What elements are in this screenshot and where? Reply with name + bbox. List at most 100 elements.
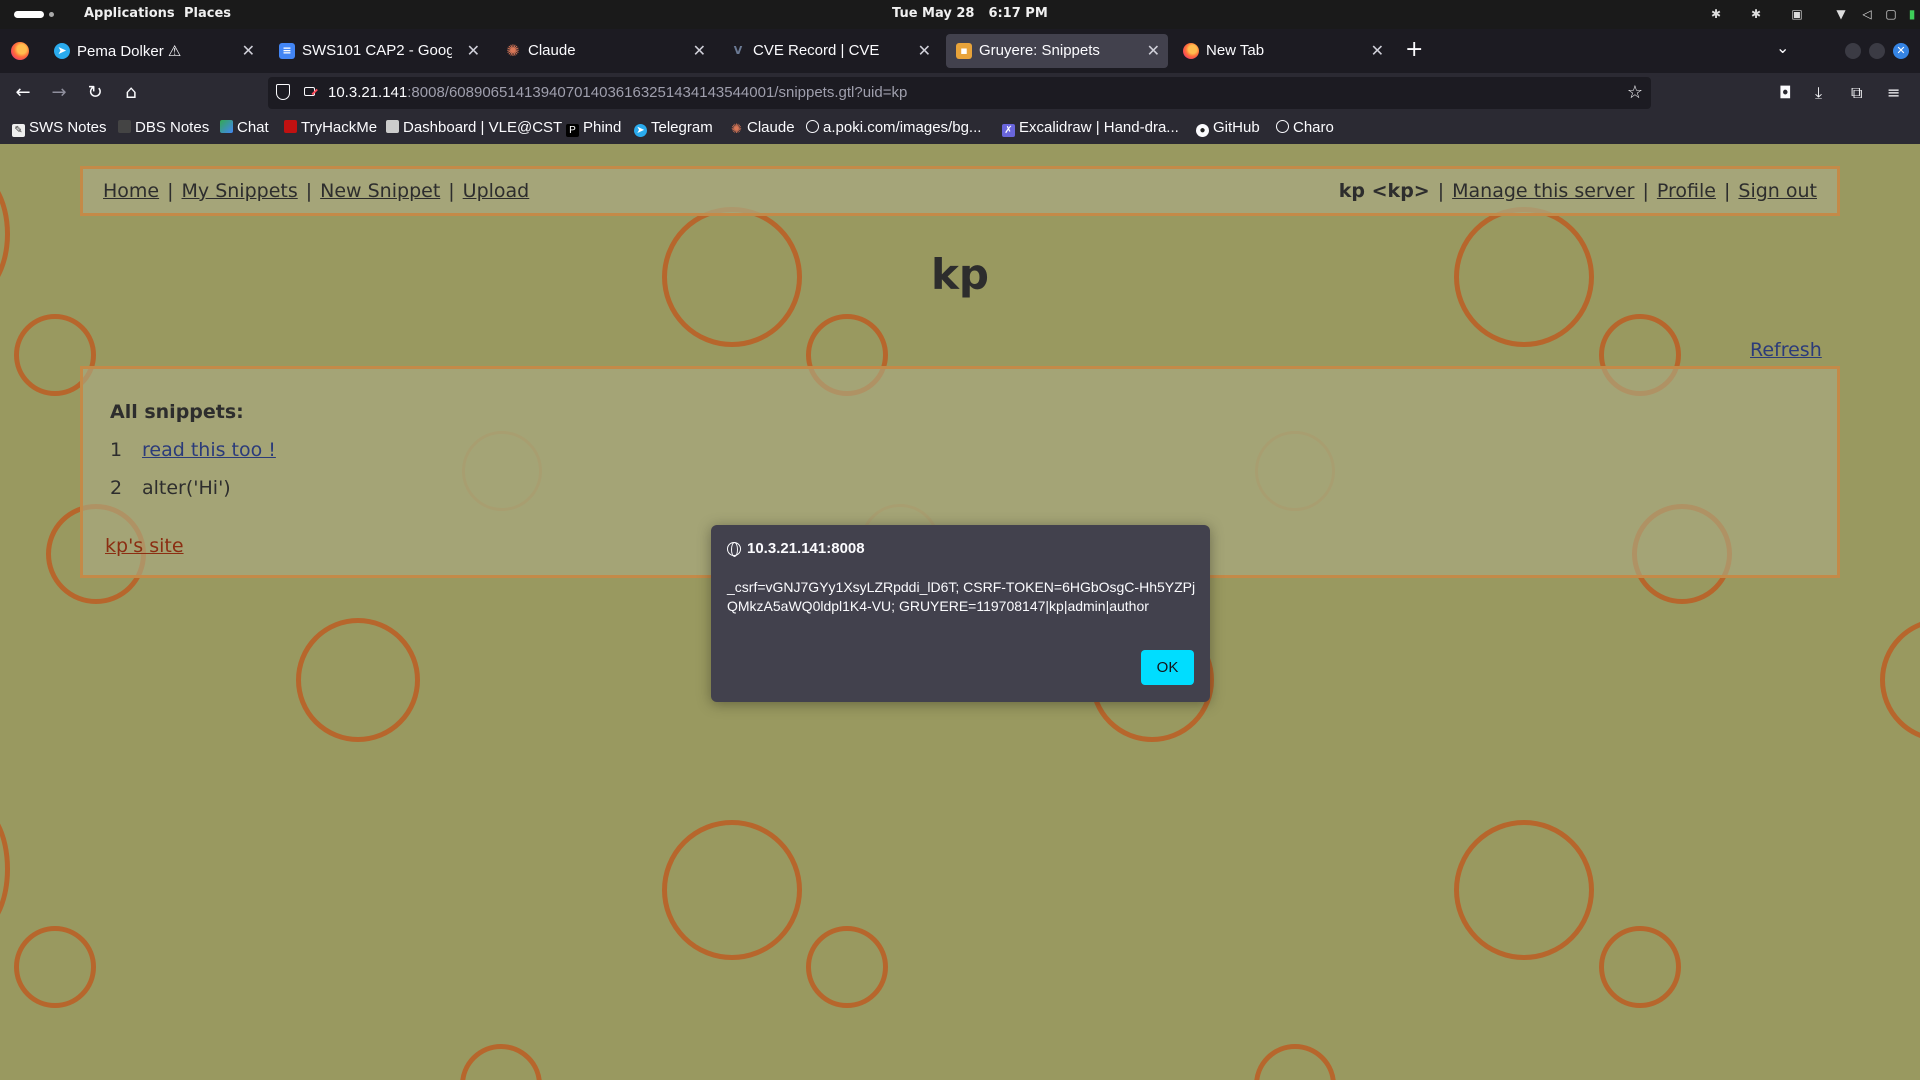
close-tab-icon[interactable]: ✕ [1147,41,1160,60]
extensions-icon[interactable]: ⧉ [1851,83,1862,103]
system-top-bar: Applications Places Tue May 28 6:17 PM ✱ … [0,0,1920,29]
background-ring [14,926,96,1008]
activities-indicator[interactable] [14,11,44,18]
manage-server-link[interactable]: Manage this server [1452,180,1634,202]
telegram-icon: ➤ [634,124,647,137]
clock-date: Tue May 28 [892,6,975,21]
background-ring [1454,820,1594,960]
close-tab-icon[interactable]: ✕ [242,41,255,60]
tab-cve[interactable]: V CVE Record | CVE ✕ [720,34,939,68]
volume-muted-icon[interactable]: ◁ [1860,7,1874,21]
tab-claude[interactable]: ✺ Claude ✕ [495,34,714,68]
gruyere-icon: ▪ [956,43,972,59]
bookmark-excalidraw[interactable]: ✗ Excalidraw | Hand-dra... [1002,119,1179,137]
claude-icon: ✺ [731,121,742,136]
sign-out-link[interactable]: Sign out [1738,180,1817,202]
bookmarks-toolbar: ✎ SWS Notes DBS Notes Chat TryHackMe Dash… [0,113,1920,144]
refresh-link[interactable]: Refresh [1750,339,1822,361]
insecure-lock-icon[interactable] [304,87,315,96]
nav-my-snippets-link[interactable]: My Snippets [182,180,298,202]
close-tab-icon[interactable]: ✕ [467,41,480,60]
workspace-dot-icon [49,12,54,17]
bookmark-dbs-notes[interactable]: DBS Notes [118,119,209,136]
minimize-window-button[interactable] [1845,43,1861,59]
url-text[interactable]: 10.3.21.141:8008/60890651413940701403616… [328,84,907,101]
notes-icon [118,120,131,133]
app-menu-icon[interactable]: ≡ [1887,83,1900,102]
all-snippets-heading: All snippets: [110,401,244,423]
url-host: 10.3.21.141 [328,84,408,101]
bookmark-github[interactable]: ● GitHub [1196,119,1260,137]
tab-strip: ➤ Pema Dolker ⚠ ✕ ≡ SWS101 CAP2 - Google… [0,29,1920,73]
clock[interactable]: Tue May 28 6:17 PM [892,6,1062,21]
pocket-icon[interactable]: ◘ [1779,83,1792,102]
snippet-link[interactable]: read this too ! [142,439,276,461]
cve-icon: V [733,44,743,57]
nav-new-snippet-link[interactable]: New Snippet [320,180,440,202]
bookmark-dashboard-vle[interactable]: Dashboard | VLE@CST [386,119,562,136]
bookmark-claude[interactable]: ✺ Claude [730,119,795,136]
bookmark-tryhackme[interactable]: TryHackMe [284,119,377,136]
ok-button[interactable]: OK [1141,650,1194,685]
profile-link[interactable]: Profile [1657,180,1716,202]
page-title: kp [931,250,989,299]
bookmark-telegram[interactable]: ➤ Telegram [634,119,713,137]
navigation-toolbar: ← → ↻ ⌂ 10.3.21.141:8008/608906514139407… [0,73,1920,113]
downloads-icon[interactable]: ⤓ [1815,83,1822,103]
tab-telegram[interactable]: ➤ Pema Dolker ⚠ ✕ [44,34,263,68]
nav-upload-link[interactable]: Upload [463,180,530,202]
back-icon[interactable]: ← [12,82,34,104]
close-tab-icon[interactable]: ✕ [918,41,931,60]
screen-icon[interactable]: ▣ [1790,7,1804,21]
bluetooth-status-icon[interactable]: ✱ [1749,7,1763,21]
list-all-tabs-chevron-icon[interactable]: ⌄ [1776,38,1789,57]
bookmark-phind[interactable]: P Phind [566,119,621,137]
snippet-text: alter('Hi') [142,477,231,499]
moodle-icon [386,120,399,133]
nav-home-link[interactable]: Home [103,180,159,202]
globe-icon [727,542,741,557]
forward-icon[interactable]: → [48,82,70,104]
claude-icon: ✺ [506,41,520,60]
tab-gruyere-snippets[interactable]: ▪ Gruyere: Snippets ✕ [946,34,1168,68]
maximize-window-button[interactable] [1869,43,1885,59]
close-tab-icon[interactable]: ✕ [693,41,706,60]
reload-icon[interactable]: ↻ [84,82,106,104]
tab-title: Claude [528,42,576,59]
bookmark-sws-notes[interactable]: ✎ SWS Notes [12,119,107,137]
applications-menu[interactable]: Applications [84,6,175,21]
firefox-view-icon[interactable] [11,42,29,60]
battery-icon[interactable]: ▮ [1905,7,1919,21]
wifi-icon[interactable]: ▼ [1834,7,1848,21]
tab-new-tab[interactable]: New Tab ✕ [1173,34,1392,68]
tab-google-docs[interactable]: ≡ SWS101 CAP2 - Google Do ✕ [269,34,488,68]
list-item: 1 read this too ! [110,439,276,461]
url-path: :8008/6089065141394070140361632514341435… [407,84,908,101]
google-docs-icon: ≡ [279,43,295,59]
address-bar[interactable]: 10.3.21.141:8008/60890651413940701403616… [268,77,1651,109]
bluetooth-icon[interactable]: ✱ [1709,7,1723,21]
bookmark-poki[interactable]: a.poki.com/images/bg... [806,119,981,136]
close-window-button[interactable]: ✕ [1893,43,1909,59]
snippet-number: 2 [110,477,123,499]
tab-title: CVE Record | CVE [753,42,880,59]
current-user: kp <kp> [1338,180,1430,202]
bookmark-charo[interactable]: Charo [1276,119,1334,136]
phind-icon: P [566,124,579,137]
background-ring [1599,926,1681,1008]
places-menu[interactable]: Places [184,6,231,21]
user-site-link[interactable]: kp's site [105,535,184,557]
github-icon: ● [1196,124,1209,137]
background-ring [296,618,420,742]
list-item: 2 alter('Hi') [110,477,231,499]
alert-dialog: 10.3.21.141:8008 _csrf=vGNJ7GYy1XsyLZRpd… [711,525,1210,702]
close-tab-icon[interactable]: ✕ [1371,41,1384,60]
chat-icon [220,120,233,133]
home-icon[interactable]: ⌂ [120,82,142,104]
background-ring [460,1044,542,1080]
tracking-protection-shield-icon[interactable] [276,84,290,100]
new-tab-button[interactable]: + [1405,37,1423,62]
bookmark-star-icon[interactable]: ☆ [1627,82,1643,103]
power-icon[interactable]: ▢ [1884,7,1898,21]
bookmark-chat[interactable]: Chat [220,119,269,136]
